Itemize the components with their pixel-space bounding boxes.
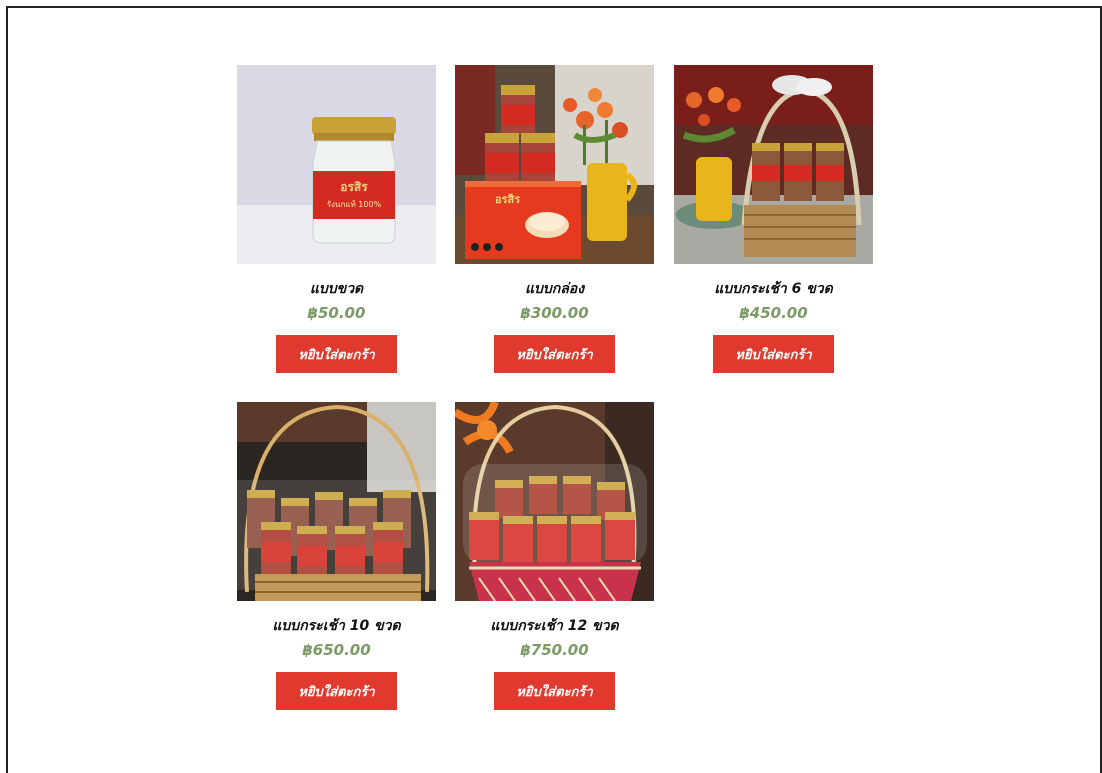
product-price: ฿450.00 [739, 304, 808, 322]
product-name[interactable]: แบบกระเช้า 12 ขวด [435, 615, 674, 637]
product-price: ฿50.00 [307, 304, 366, 322]
add-to-cart-button[interactable]: หยิบใส่ตะกร้า [494, 672, 615, 710]
add-to-cart-button[interactable]: หยิบใส่ตะกร้า [713, 335, 834, 373]
product-price: ฿750.00 [520, 641, 589, 659]
svg-text:รังนกแท้ 100%: รังนกแท้ 100% [327, 200, 382, 209]
basket-6-photo [674, 65, 873, 264]
svg-text:อรสิร: อรสิร [495, 193, 520, 206]
product-image[interactable] [455, 402, 654, 601]
product-name[interactable]: แบบกล่อง [435, 278, 674, 300]
product-price: ฿300.00 [520, 304, 589, 322]
jar-photo: อรสิร รังนกแท้ 100% [237, 65, 436, 264]
product-name[interactable]: แบบกระเช้า 6 ขวด [654, 278, 893, 300]
add-to-cart-button[interactable]: หยิบใส่ตะกร้า [276, 672, 397, 710]
gift-box-photo: อรสิร [455, 65, 654, 264]
product-image[interactable]: อรสิร รังนกแท้ 100% [237, 65, 436, 264]
product-name[interactable]: แบบกระเช้า 10 ขวด [217, 615, 456, 637]
svg-text:อรสิร: อรสิร [340, 180, 368, 194]
product-image[interactable] [237, 402, 436, 601]
product-image[interactable] [674, 65, 873, 264]
basket-10-photo [237, 402, 436, 601]
add-to-cart-button[interactable]: หยิบใส่ตะกร้า [276, 335, 397, 373]
product-name[interactable]: แบบขวด [217, 278, 456, 300]
product-image[interactable]: อรสิร [455, 65, 654, 264]
product-price: ฿650.00 [302, 641, 371, 659]
basket-12-photo [455, 402, 654, 601]
add-to-cart-button[interactable]: หยิบใส่ตะกร้า [494, 335, 615, 373]
